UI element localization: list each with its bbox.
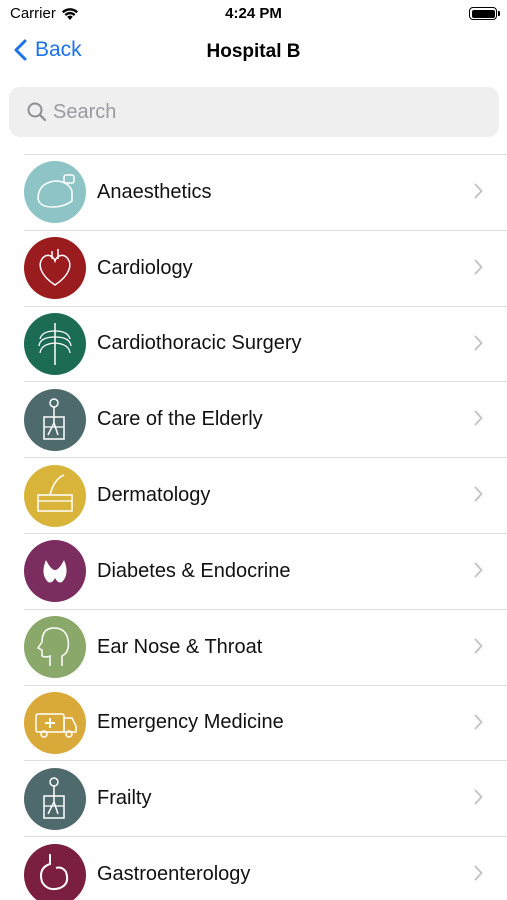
specialty-label: Emergency Medicine (97, 711, 284, 734)
chevron-right-icon (474, 335, 483, 351)
specialty-label: Anaesthetics (97, 180, 212, 203)
status-time: 4:24 PM (225, 5, 282, 22)
chevron-right-icon (474, 410, 483, 426)
battery-icon (469, 7, 500, 20)
specialty-label: Gastroenterology (97, 863, 251, 886)
specialty-label: Dermatology (97, 484, 211, 507)
head-profile-icon (24, 616, 86, 679)
stomach-icon (24, 843, 86, 900)
chevron-right-icon (474, 562, 483, 578)
chevron-right-icon (474, 183, 483, 199)
ribcage-icon (24, 312, 86, 375)
page-title: Hospital B (206, 41, 301, 62)
specialty-row[interactable]: Diabetes & Endocrine (24, 534, 507, 610)
heart-icon (24, 237, 86, 300)
specialty-row[interactable]: Cardiology (24, 231, 507, 307)
specialty-row[interactable]: Gastroenterology (24, 837, 507, 900)
search-input[interactable] (53, 100, 473, 124)
chevron-right-icon (474, 714, 483, 730)
chevron-right-icon (474, 259, 483, 275)
specialty-label: Cardiothoracic Surgery (97, 332, 302, 355)
specialty-list: Anaesthetics Cardiology Cardiothoracic Sur… (24, 154, 507, 900)
walking-frame-icon (24, 767, 86, 830)
specialty-row[interactable]: Care of the Elderly (24, 382, 507, 459)
specialty-row[interactable]: Ear Nose & Throat (24, 610, 507, 686)
specialty-row[interactable]: Emergency Medicine (24, 686, 507, 762)
specialty-row[interactable]: Anaesthetics (24, 155, 507, 231)
specialty-label: Frailty (97, 787, 152, 810)
specialty-row[interactable]: Dermatology (24, 458, 507, 534)
walking-frame-icon (24, 388, 86, 451)
specialty-label: Ear Nose & Throat (97, 635, 263, 658)
specialty-row[interactable]: Frailty (24, 761, 507, 838)
search-bar[interactable] (9, 87, 499, 137)
anaesthetic-mask-icon (24, 161, 86, 224)
search-icon (27, 102, 47, 122)
chevron-right-icon (474, 486, 483, 502)
thyroid-icon (24, 540, 86, 603)
chevron-right-icon (474, 865, 483, 881)
ambulance-icon (24, 691, 86, 754)
specialty-label: Care of the Elderly (97, 408, 263, 431)
navigation-bar: Back Hospital B (0, 28, 507, 78)
chevron-right-icon (474, 638, 483, 654)
specialty-label: Cardiology (97, 256, 193, 279)
skin-layers-icon (24, 464, 86, 527)
chevron-right-icon (474, 789, 483, 805)
specialty-label: Diabetes & Endocrine (97, 559, 291, 582)
specialty-row[interactable]: Cardiothoracic Surgery (24, 307, 507, 383)
status-bar: Carrier 4:24 PM (0, 0, 507, 28)
